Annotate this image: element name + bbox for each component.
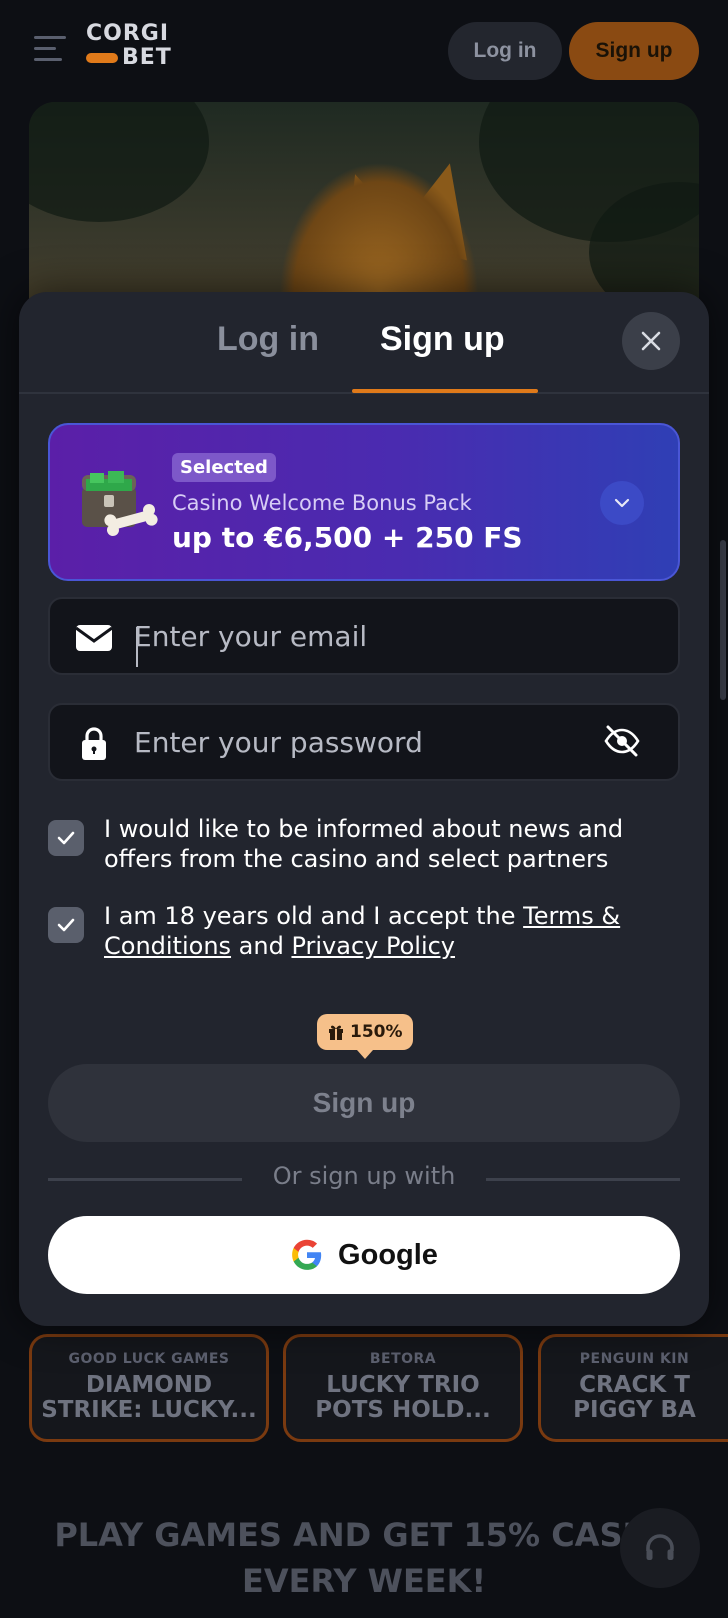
lock-icon xyxy=(82,727,106,760)
tab-signup[interactable]: Sign up xyxy=(380,320,505,359)
news-checkbox[interactable] xyxy=(48,820,84,856)
game-card[interactable]: BETORA LUCKY TRIO POTS HOLD... xyxy=(283,1334,523,1442)
gift-icon xyxy=(329,1025,343,1040)
checkmark-icon xyxy=(57,831,75,845)
treasure-chest-icon xyxy=(82,471,158,537)
menu-icon[interactable] xyxy=(34,36,66,64)
game-name: DIAMOND STRIKE: LUCKY... xyxy=(41,1372,257,1423)
password-field[interactable] xyxy=(48,703,680,781)
signup-submit-button[interactable]: Sign up xyxy=(48,1064,680,1142)
checkmark-icon xyxy=(57,918,75,932)
social-divider: Or sign up with xyxy=(48,1158,680,1198)
divider-text: Or sign up with xyxy=(272,1162,456,1190)
selected-badge: Selected xyxy=(172,453,276,482)
header-login-button[interactable]: Log in xyxy=(448,22,562,80)
logo-text-top: CORGI xyxy=(86,21,170,46)
headset-icon xyxy=(646,1534,674,1560)
game-name: CRACK T PIGGY BA xyxy=(573,1372,696,1423)
google-signup-button[interactable]: Google xyxy=(48,1216,680,1294)
password-input[interactable] xyxy=(134,721,584,763)
top-bar: CORGI BET Log in Sign up xyxy=(0,0,728,100)
terms-consent-text: I am 18 years old and I accept the Terms… xyxy=(104,901,674,961)
news-consent-text: I would like to be informed about news a… xyxy=(104,815,624,873)
game-card[interactable]: PENGUIN KIN CRACK T PIGGY BA xyxy=(538,1334,728,1442)
auth-tabs: Log in Sign up xyxy=(19,292,709,394)
bonus-amount: up to €6,500 + 250 FS xyxy=(172,521,523,554)
envelope-icon xyxy=(75,625,113,651)
eye-slash-icon[interactable] xyxy=(602,721,642,761)
email-input[interactable] xyxy=(134,615,584,657)
game-card[interactable]: GOOD LUCK GAMES DIAMOND STRIKE: LUCKY... xyxy=(29,1334,269,1442)
game-provider: BETORA xyxy=(369,1351,437,1367)
bonus-title: Casino Welcome Bonus Pack xyxy=(172,491,472,515)
bonus-percent: 150% xyxy=(350,1022,403,1042)
promo-line-2: EVERY WEEK! xyxy=(241,1562,487,1600)
game-provider: PENGUIN KIN xyxy=(579,1351,690,1367)
game-name: LUCKY TRIO POTS HOLD... xyxy=(315,1372,491,1423)
logo[interactable]: CORGI BET xyxy=(86,22,176,72)
terms-consent[interactable]: I am 18 years old and I accept the Terms… xyxy=(48,901,680,963)
google-label: Google xyxy=(338,1238,438,1271)
bonus-percent-tag: 150% xyxy=(317,1014,413,1059)
game-provider: GOOD LUCK GAMES xyxy=(68,1351,230,1367)
bone-icon xyxy=(86,53,118,63)
divider-line xyxy=(486,1178,680,1181)
terms-text-mid: and xyxy=(231,932,292,960)
close-icon xyxy=(641,331,661,351)
header-signup-button[interactable]: Sign up xyxy=(569,22,699,80)
active-tab-indicator xyxy=(352,389,538,393)
promo-line-1: PLAY GAMES AND GET 15% CASHB xyxy=(54,1516,674,1554)
auth-modal: Log in Sign up Selected Casino Welcome B… xyxy=(19,292,709,1326)
chevron-down-icon xyxy=(614,498,630,508)
email-field[interactable] xyxy=(48,597,680,675)
privacy-link[interactable]: Privacy Policy xyxy=(291,932,455,960)
bonus-selector[interactable]: Selected Casino Welcome Bonus Pack up to… xyxy=(48,423,680,581)
support-button[interactable] xyxy=(620,1508,700,1588)
news-consent[interactable]: I would like to be informed about news a… xyxy=(48,814,680,876)
bonus-dropdown-button[interactable] xyxy=(600,481,644,525)
terms-text-start: I am 18 years old and I accept the xyxy=(104,902,524,930)
tab-login[interactable]: Log in xyxy=(217,320,319,359)
terms-checkbox[interactable] xyxy=(48,907,84,943)
close-button[interactable] xyxy=(622,312,680,370)
logo-text-bottom: BET xyxy=(122,45,172,70)
cashback-promo: PLAY GAMES AND GET 15% CASHB EVERY WEEK! xyxy=(20,1512,708,1604)
google-icon xyxy=(292,1239,322,1270)
scrollbar[interactable] xyxy=(720,540,726,700)
